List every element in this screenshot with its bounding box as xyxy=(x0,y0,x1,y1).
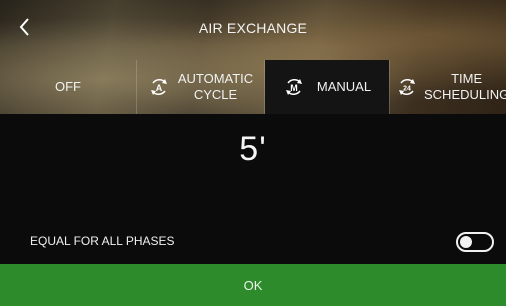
duration-value[interactable]: 5' xyxy=(0,130,506,169)
tab-off[interactable]: OFF xyxy=(0,60,136,114)
equal-phases-toggle[interactable] xyxy=(456,232,494,252)
recycle-24-icon: 24 xyxy=(399,79,415,95)
svg-text:A: A xyxy=(156,83,163,93)
tab-manual[interactable]: M MANUAL xyxy=(265,60,389,114)
tab-automatic-cycle-label-line2: CYCLE xyxy=(193,87,238,102)
tab-automatic-cycle-label-line1: AUTOMATIC xyxy=(177,71,254,86)
tab-off-label: OFF xyxy=(55,79,81,94)
tab-automatic-cycle[interactable]: A AUTOMATIC CYCLE xyxy=(137,60,264,114)
recycle-a-icon: A xyxy=(150,79,167,95)
page-title: AIR EXCHANGE xyxy=(198,20,308,36)
svg-text:M: M xyxy=(290,83,298,93)
toggle-knob xyxy=(460,236,472,248)
recycle-m-icon: M xyxy=(285,79,302,95)
tab-manual-label: MANUAL xyxy=(316,79,372,94)
tab-automatic-cycle-label: AUTOMATIC CYCLE xyxy=(178,71,253,103)
ok-button[interactable]: OK xyxy=(0,264,506,306)
svg-text:24: 24 xyxy=(403,86,411,93)
tab-time-scheduling-label-line1: TIME xyxy=(451,71,483,86)
tab-time-scheduling-label-line2: SCHEDULING xyxy=(424,87,506,102)
ok-button-label: OK xyxy=(243,277,263,293)
equal-phases-label: EQUAL FOR ALL PHASES xyxy=(30,234,175,248)
mode-tabs: OFF A AUTOMATIC CYCLE M MANUAL 24 TIME S… xyxy=(0,60,506,114)
tab-time-scheduling[interactable]: 24 TIME SCHEDULING xyxy=(390,60,506,114)
tab-time-scheduling-label: TIME SCHEDULING xyxy=(424,71,506,103)
